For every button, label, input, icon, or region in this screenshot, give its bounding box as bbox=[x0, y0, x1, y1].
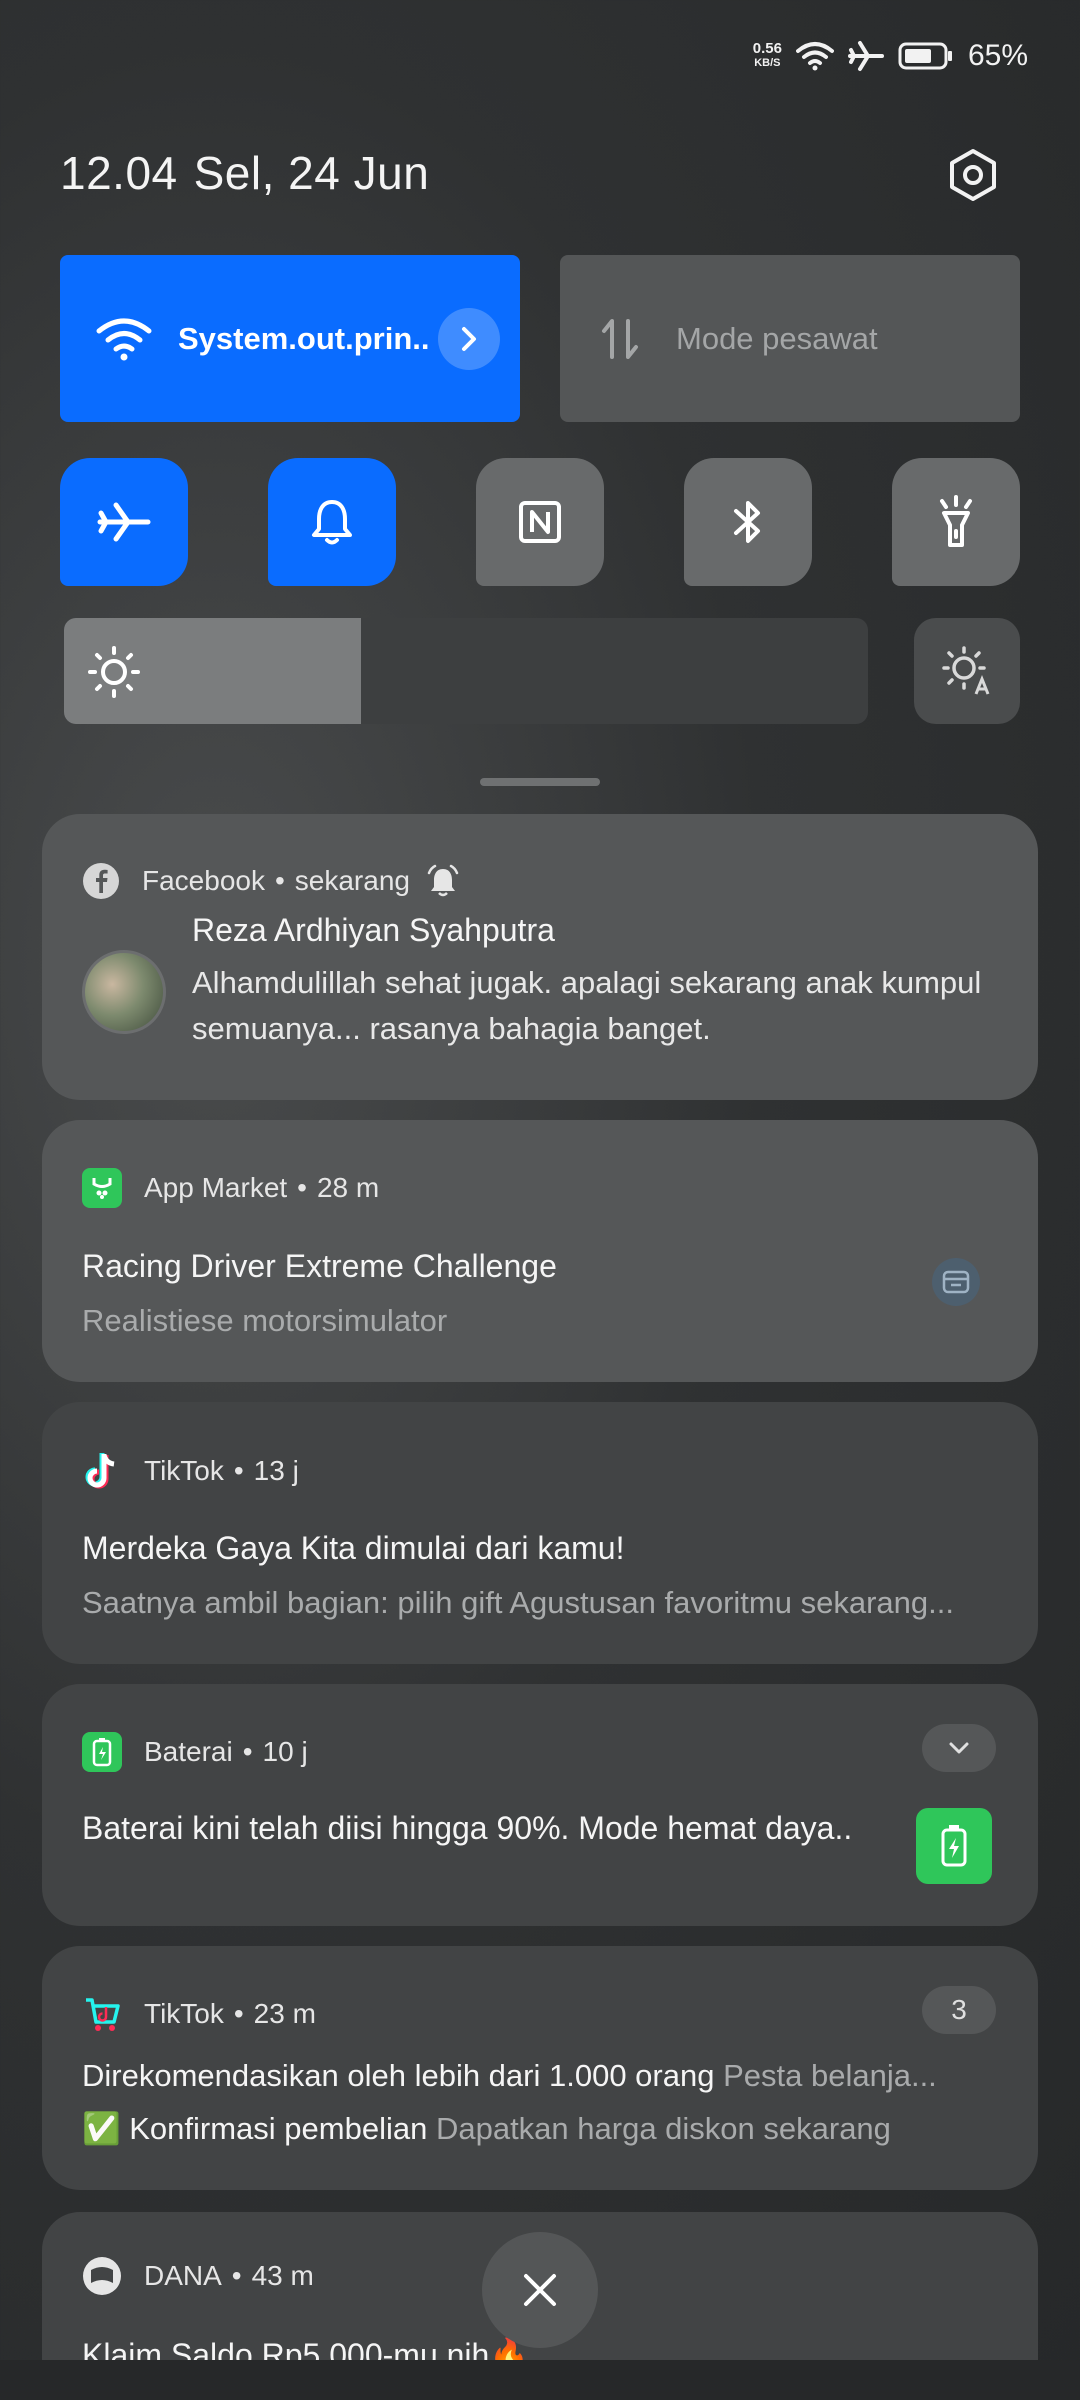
battery-saver-icon[interactable] bbox=[916, 1808, 992, 1884]
notification-count-badge[interactable]: 3 bbox=[922, 1986, 996, 2034]
clear-all-button[interactable] bbox=[482, 2232, 598, 2348]
app-name: Baterai bbox=[144, 1736, 233, 1767]
notification-app-market[interactable]: App Market • 28 m Racing Driver Extreme Ch… bbox=[42, 1120, 1038, 1382]
line-light: Pesta belanja... bbox=[723, 2058, 937, 2093]
ring-toggle[interactable] bbox=[268, 458, 396, 586]
alarm-bell-icon bbox=[427, 864, 459, 897]
network-speed: 0.56 KB/S bbox=[752, 40, 782, 69]
notification-time: 23 m bbox=[253, 1998, 316, 2029]
notification-facebook[interactable]: Facebook • sekarang Reza Ardhiyan Syahputr… bbox=[42, 814, 1038, 1100]
app-name: DANA bbox=[144, 2260, 222, 2291]
line-light: Dapatkan harga diskon sekarang bbox=[435, 2111, 891, 2146]
close-icon bbox=[524, 2274, 556, 2306]
battery-percent: 65% bbox=[967, 39, 1028, 72]
dana-icon bbox=[83, 2257, 121, 2295]
mobile-data-tile[interactable]: Mode pesawat bbox=[560, 255, 1020, 422]
auto-brightness-button[interactable] bbox=[914, 618, 1020, 724]
check-emoji-icon: ✅ bbox=[82, 2111, 121, 2146]
wifi-icon bbox=[795, 42, 834, 71]
chevron-down-icon bbox=[949, 1742, 969, 1754]
app-name: TikTok bbox=[144, 1455, 224, 1486]
flashlight-toggle[interactable] bbox=[892, 458, 1020, 586]
app-market-icon bbox=[82, 1168, 122, 1208]
wifi-network-name: System.out.prin.. bbox=[178, 320, 430, 356]
separator: • bbox=[233, 1998, 244, 2029]
notification-tiktok-shop[interactable]: TikTok • 23 m 3 Direkomendasikan oleh lebi… bbox=[42, 1946, 1038, 2190]
airplane-icon bbox=[847, 41, 884, 71]
notification-body: Saatnya ambil bagian: pilih gift Agustus… bbox=[82, 1585, 954, 1620]
notification-header: Facebook • sekarang bbox=[82, 862, 460, 900]
tiktok-icon bbox=[85, 1453, 115, 1489]
clock-date: 12.04 Sel, 24 Jun bbox=[60, 146, 429, 200]
separator: • bbox=[231, 2260, 242, 2291]
airplane-toggle[interactable] bbox=[60, 458, 188, 586]
app-name: App Market bbox=[144, 1172, 288, 1203]
facebook-icon bbox=[83, 863, 119, 899]
notification-time: 28 m bbox=[316, 1172, 380, 1203]
separator: • bbox=[297, 1172, 307, 1203]
battery-app-icon bbox=[82, 1732, 122, 1772]
status-bar: 0.56 KB/S 65% bbox=[753, 36, 1028, 76]
notification-header: Baterai • 10 j bbox=[82, 1732, 308, 1772]
notification-body: Realistiese motorsimulator bbox=[82, 1303, 448, 1338]
notification-body: Alhamdulillah sehat jugak. apalagi sekar… bbox=[192, 965, 982, 1046]
bottom-edge bbox=[0, 2360, 1080, 2400]
flashlight-icon bbox=[940, 495, 972, 547]
data-arrows-icon bbox=[602, 318, 638, 359]
app-name: TikTok bbox=[144, 1998, 224, 2029]
line-bold: Konfirmasi pembelian bbox=[129, 2111, 428, 2146]
brightness-slider[interactable] bbox=[64, 618, 868, 724]
notification-battery[interactable]: Baterai • 10 j Baterai kini telah diisi hi… bbox=[42, 1684, 1038, 1926]
notification-time: sekarang bbox=[294, 865, 410, 896]
store-icon[interactable] bbox=[932, 1258, 980, 1306]
notification-header: TikTok • 23 m bbox=[82, 1994, 316, 2034]
notification-title: Baterai kini telah diisi hingga 90%. Mod… bbox=[82, 1810, 853, 1846]
notification-title: Merdeka Gaya Kita dimulai dari kamu! bbox=[82, 1530, 625, 1566]
notification-line-2: ✅ Konfirmasi pembelian Dapatkan harga di… bbox=[82, 2110, 891, 2147]
line-bold: Direkomendasikan oleh lebih dari 1.000 o… bbox=[82, 2058, 715, 2093]
avatar bbox=[82, 950, 166, 1034]
nfc-toggle[interactable] bbox=[476, 458, 604, 586]
date: Sel, 24 Jun bbox=[193, 147, 430, 199]
notification-line-1: Direkomendasikan oleh lebih dari 1.000 o… bbox=[82, 2058, 937, 2094]
separator: • bbox=[233, 1455, 244, 1486]
bell-icon bbox=[312, 500, 352, 545]
notification-header: App Market • 28 m bbox=[82, 1168, 379, 1208]
notification-header: DANA • 43 m bbox=[82, 2256, 314, 2296]
nfc-icon bbox=[519, 501, 561, 543]
bluetooth-icon bbox=[734, 501, 760, 543]
notification-tiktok[interactable]: TikTok • 13 j Merdeka Gaya Kita dimulai da… bbox=[42, 1402, 1038, 1664]
separator: • bbox=[274, 865, 285, 896]
auto-brightness-icon bbox=[942, 646, 990, 695]
airplane-mode-label: Mode pesawat bbox=[676, 320, 878, 356]
wifi-icon bbox=[96, 318, 152, 360]
clock: 12.04 bbox=[60, 147, 178, 199]
notification-time: 10 j bbox=[262, 1736, 308, 1767]
wifi-expand-button[interactable] bbox=[438, 308, 500, 370]
separator: • bbox=[242, 1736, 253, 1767]
sun-icon bbox=[88, 646, 140, 698]
notification-time: 13 j bbox=[253, 1455, 299, 1486]
notification-title: Reza Ardhiyan Syahputra bbox=[192, 912, 555, 948]
battery-icon bbox=[898, 42, 952, 70]
drag-handle[interactable] bbox=[480, 778, 600, 786]
notification-title: Racing Driver Extreme Challenge bbox=[82, 1248, 557, 1284]
airplane-icon bbox=[97, 502, 151, 542]
bluetooth-toggle[interactable] bbox=[684, 458, 812, 586]
app-name: Facebook bbox=[142, 865, 265, 896]
settings-gear-icon[interactable] bbox=[946, 148, 1000, 202]
notification-time: 43 m bbox=[251, 2260, 314, 2291]
tiktok-shop-icon bbox=[86, 1998, 120, 2031]
chevron-right-icon bbox=[462, 327, 476, 351]
expand-button[interactable] bbox=[922, 1724, 996, 1772]
notification-header: TikTok • 13 j bbox=[82, 1450, 299, 1492]
wifi-tile[interactable]: System.out.prin.. bbox=[60, 255, 520, 422]
